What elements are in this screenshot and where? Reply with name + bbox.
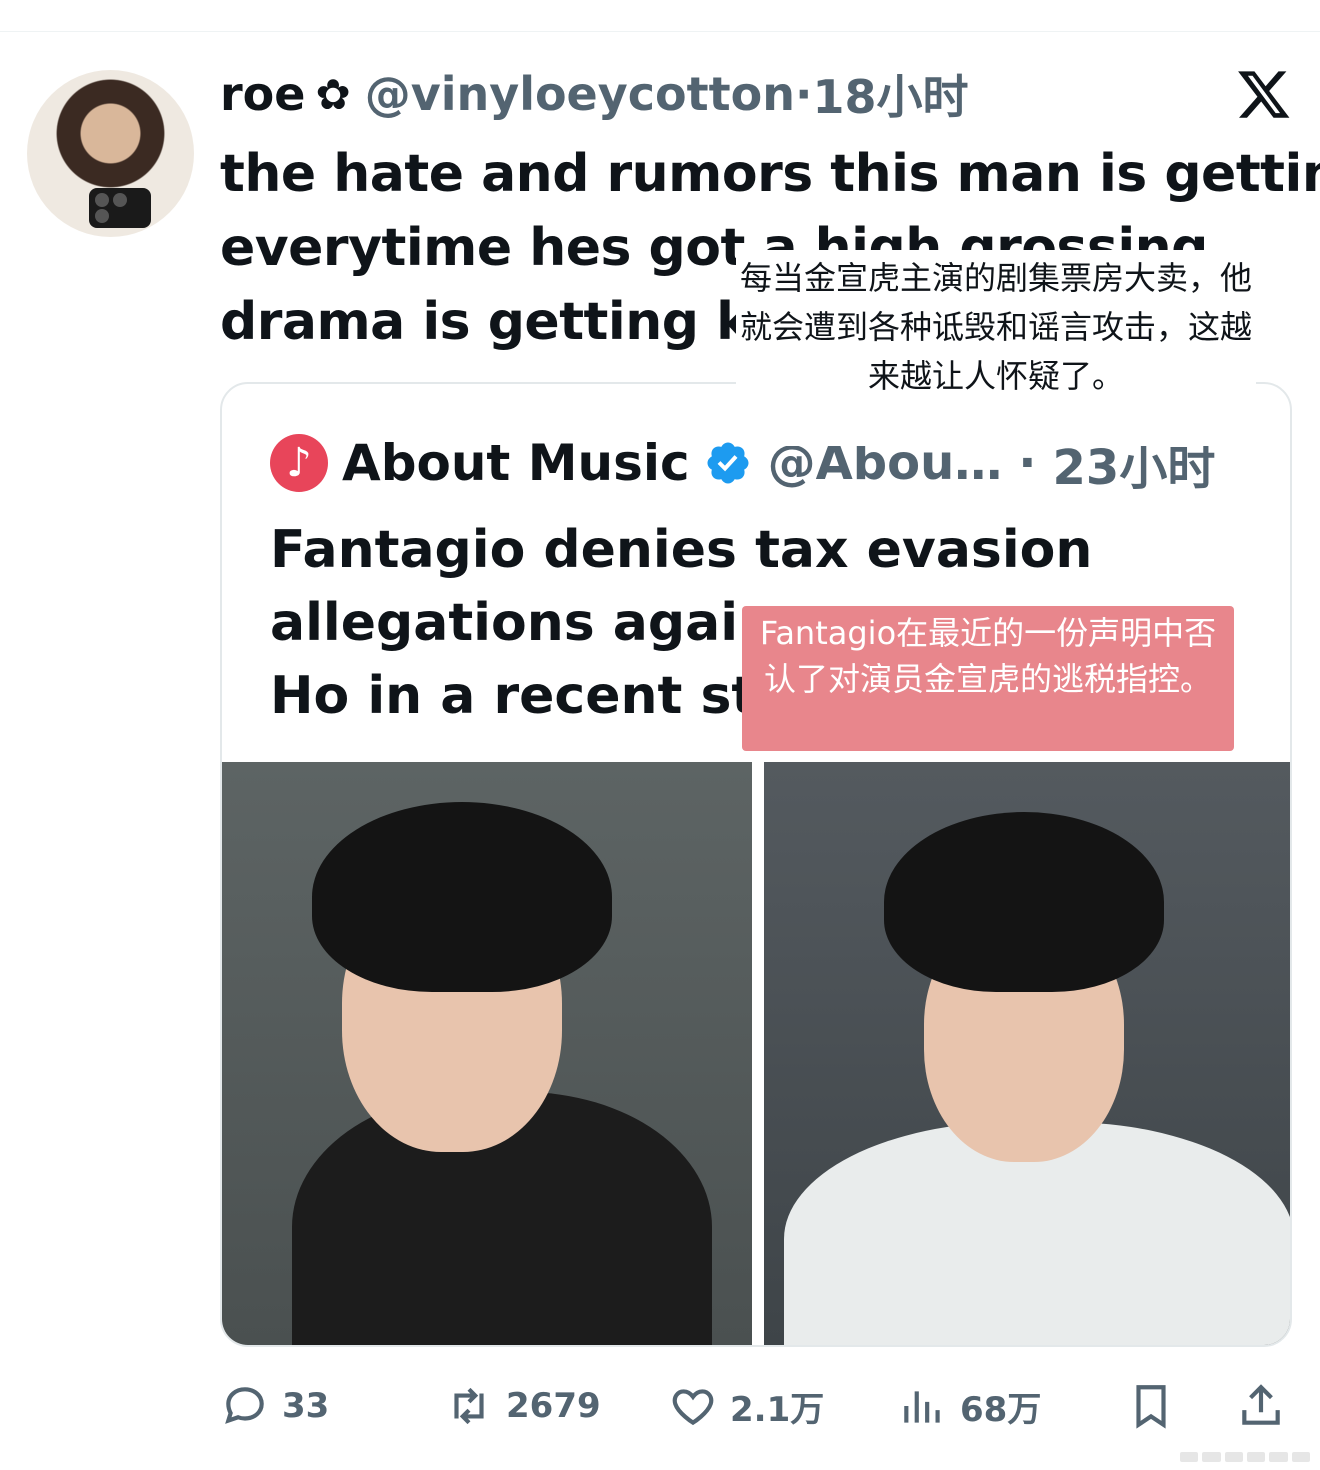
verified-badge-icon: [707, 442, 749, 484]
photo-hair-shape: [312, 802, 612, 992]
photo-hair-shape: [884, 812, 1164, 992]
retweet-icon: [454, 1387, 484, 1425]
reply-icon: [225, 1387, 264, 1424]
like-button[interactable]: 2.1万: [668, 1378, 824, 1434]
flower-icon: ✿: [315, 69, 351, 119]
caption-overlay-middle: Fantagio在最近的一份声明中否认了对演员金宣虎的逃税指控。: [742, 606, 1234, 751]
watermark-strip: [1180, 1452, 1310, 1462]
share-button[interactable]: [1236, 1378, 1298, 1434]
like-count: 2.1万: [730, 1389, 825, 1430]
camera-lens: [95, 193, 109, 207]
heart-icon: [672, 1389, 714, 1426]
retweet-button[interactable]: 2679: [444, 1378, 601, 1434]
views-count: 68万: [960, 1389, 1042, 1430]
top-divider: [0, 31, 1320, 32]
photo-left[interactable]: [222, 762, 752, 1345]
tweet-header: roe ✿ @vinyloeycotton · 18小时: [220, 64, 968, 124]
bookmark-button[interactable]: [1126, 1378, 1188, 1434]
caption-overlay-top: 每当金宣虎主演的剧集票房大卖，他就会遭到各种诋毁和谣言攻击，这越来越让人怀疑了。: [736, 250, 1256, 446]
views-chart-icon: [904, 1391, 940, 1423]
x-logo-icon[interactable]: [1236, 66, 1292, 122]
quoted-text-line: Fantagio denies tax evasion: [270, 520, 1093, 580]
author-handle[interactable]: @vinyloeycotton: [365, 67, 795, 121]
reply-count: 33: [282, 1386, 330, 1426]
share-icon: [1242, 1384, 1280, 1425]
quoted-tweet-card[interactable]: ♪ About Music @Abou… · 23小时 Fantagio den…: [220, 382, 1292, 1347]
separator-dot: ·: [794, 67, 813, 121]
reply-button[interactable]: 33: [220, 1378, 329, 1434]
author-name[interactable]: roe: [220, 67, 306, 121]
avatar[interactable]: [27, 70, 194, 237]
views-button[interactable]: 68万: [898, 1378, 1041, 1434]
tweet-time[interactable]: 18小时: [812, 61, 968, 127]
action-bar: 33 2679 2.1万 68万: [220, 1378, 1300, 1434]
bookmark-icon: [1136, 1385, 1166, 1429]
photo-right[interactable]: [764, 762, 1290, 1345]
quoted-author-name[interactable]: About Music: [342, 434, 690, 492]
retweet-count: 2679: [506, 1386, 601, 1426]
music-note-icon: ♪: [270, 434, 328, 492]
tweet-text-line: the hate and rumors this man is getting: [220, 144, 1320, 204]
